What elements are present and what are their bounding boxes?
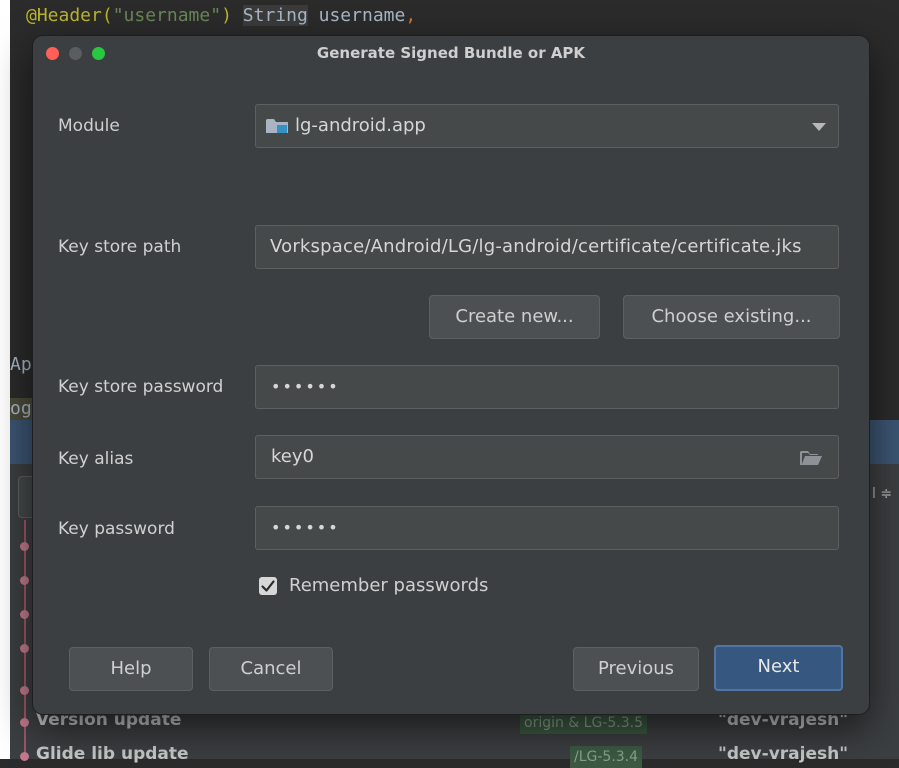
ide-right-mark: l ≑ (872, 486, 893, 502)
git-commit-dot (20, 576, 29, 585)
cancel-button[interactable]: Cancel (209, 647, 333, 691)
folder-open-icon[interactable] (800, 450, 822, 466)
help-button[interactable]: Help (69, 647, 193, 691)
generate-signed-bundle-dialog: Generate Signed Bundle or APK Module lg-… (33, 36, 869, 714)
remember-passwords-checkbox[interactable] (259, 577, 277, 595)
key-store-password-field[interactable]: •••••• (255, 365, 839, 409)
git-commit-dot (20, 718, 29, 727)
git-commit-dot (20, 644, 29, 653)
git-commit-dot (20, 752, 29, 761)
remember-passwords-label: Remember passwords (289, 575, 489, 596)
code-type: String (242, 5, 308, 26)
key-store-path-field[interactable]: Vorkspace/Android/LG/lg-android/certific… (255, 225, 839, 269)
previous-button[interactable]: Previous (573, 647, 699, 691)
key-store-password-value: •••••• (271, 377, 340, 396)
dialog-titlebar: Generate Signed Bundle or APK (33, 36, 869, 74)
key-alias-field[interactable]: key0 (255, 435, 839, 479)
git-commit-dot (20, 686, 29, 695)
checkmark-icon (261, 580, 275, 592)
key-password-field[interactable]: •••••• (255, 506, 839, 550)
create-new-button[interactable]: Create new... (429, 295, 600, 339)
git-commit-message[interactable]: Glide lib update (36, 744, 189, 764)
next-button[interactable]: Next (714, 645, 843, 691)
key-alias-label: Key alias (58, 449, 134, 469)
code-paren: ) (221, 5, 232, 26)
folder-module-icon (266, 119, 288, 133)
code-comma: , (405, 5, 417, 26)
module-label: Module (58, 116, 120, 136)
key-alias-value: key0 (271, 446, 314, 467)
git-commit-author: "dev-vrajesh" (718, 744, 849, 764)
module-select[interactable]: lg-android.app (255, 104, 839, 148)
git-commit-dot (20, 542, 29, 551)
key-store-password-label: Key store password (58, 377, 224, 397)
code-line: @Header("username") String username, (26, 4, 416, 28)
choose-existing-button[interactable]: Choose existing... (623, 295, 840, 339)
git-branch-tag: /LG-5.3.4 (570, 746, 643, 768)
code-param: username (307, 5, 406, 26)
git-commit-dot (20, 610, 29, 619)
key-password-value: •••••• (271, 518, 340, 537)
key-store-path-label: Key store path (58, 237, 182, 257)
code-annotation: @Header( (26, 5, 113, 26)
key-store-path-value: Vorkspace/Android/LG/lg-android/certific… (270, 236, 802, 257)
git-branch-tag: origin & LG-5.3.5 (520, 712, 647, 734)
module-value: lg-android.app (295, 115, 426, 136)
key-password-label: Key password (58, 519, 175, 539)
dialog-title: Generate Signed Bundle or APK (316, 44, 586, 62)
code-string: "username" (112, 5, 222, 26)
dropdown-arrow-icon (812, 123, 826, 131)
